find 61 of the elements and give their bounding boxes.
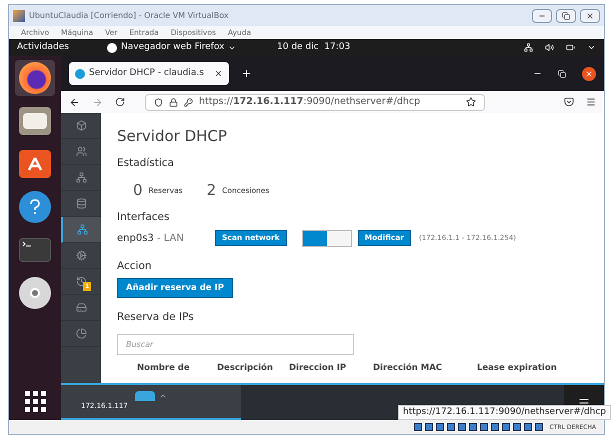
stat-value: 0 [133,180,143,202]
site-icon [75,68,85,78]
column-header[interactable]: Nombre de [117,363,217,374]
drive-icon [76,302,86,313]
browser-tab[interactable]: Servidor DHCP - claudia.s [69,62,229,85]
close-icon [586,12,594,20]
lock-icon [169,98,178,106]
history-icon [76,276,86,287]
section-heading: Accion [117,258,153,274]
cogs-icon [76,250,86,261]
menu-icon[interactable] [586,97,596,107]
section-heading: Reserva de IPs [117,310,195,326]
toggle-switch[interactable] [302,230,352,246]
sitemap-icon [76,224,88,235]
key-icon [184,98,193,106]
database-icon [76,198,86,209]
volume-icon[interactable] [545,43,554,52]
help-icon [19,191,51,223]
app-grid-icon[interactable] [24,391,46,412]
link-tooltip: https://172.16.1.117:9090/nethserver#/dhcp [398,404,611,420]
page-title: Servidor DHCP [117,126,228,147]
caret-icon[interactable] [587,43,596,52]
restore-icon[interactable] [558,70,566,78]
section-heading: Interfaces [117,210,170,225]
new-tab-icon[interactable] [241,68,252,79]
network-icon[interactable] [524,43,533,52]
url-text: https://172.16.1.117:9090/nethserver#/dhcp [199,94,420,109]
pie-icon [76,328,86,339]
section-heading: Estadística [117,156,175,170]
clock[interactable]: 10 de dic 17:03 [277,40,350,54]
bookmark-star-icon[interactable] [466,97,476,107]
close-icon[interactable] [582,66,596,80]
column-header[interactable]: Dirección MAC [373,363,477,374]
app-menu[interactable]: Navegador web Firefox [107,40,277,54]
column-header[interactable]: Descripción [217,363,289,374]
add-reservation-button[interactable]: Añadir reserva de IP [117,278,233,298]
folder-icon [19,107,51,135]
restore-icon [562,12,570,20]
app-icon [13,10,25,22]
shield-icon [154,98,163,106]
back-icon[interactable] [69,96,80,108]
tab-title: Servidor DHCP - claudia.s [89,66,204,80]
cube-icon [76,120,86,131]
window-title: UbuntuClaudia [Corriendo] - Oracle VM VirtualBox [29,10,229,22]
interface-name: enp0s3 - LAN [117,232,185,246]
terminal-icon [19,238,51,262]
users-icon [76,146,86,157]
restore-button[interactable] [556,8,576,22]
reload-icon[interactable] [115,97,125,107]
activities-button[interactable]: Actividades [17,40,107,54]
close-icon[interactable] [214,69,223,78]
sidebar-item[interactable] [61,217,101,243]
pocket-icon[interactable] [564,97,574,107]
network-icon [76,172,86,183]
battery-icon[interactable] [566,43,575,52]
shopping-bag-icon [19,150,51,178]
search-field[interactable]: Buscar [117,334,354,355]
stat-value: 2 [206,180,216,202]
address-bar[interactable]: https://172.16.1.117:9090/nethserver#/dhcp [145,94,485,110]
column-header[interactable]: Direccion IP [289,363,373,374]
column-header[interactable]: Lease expiration [477,363,577,374]
